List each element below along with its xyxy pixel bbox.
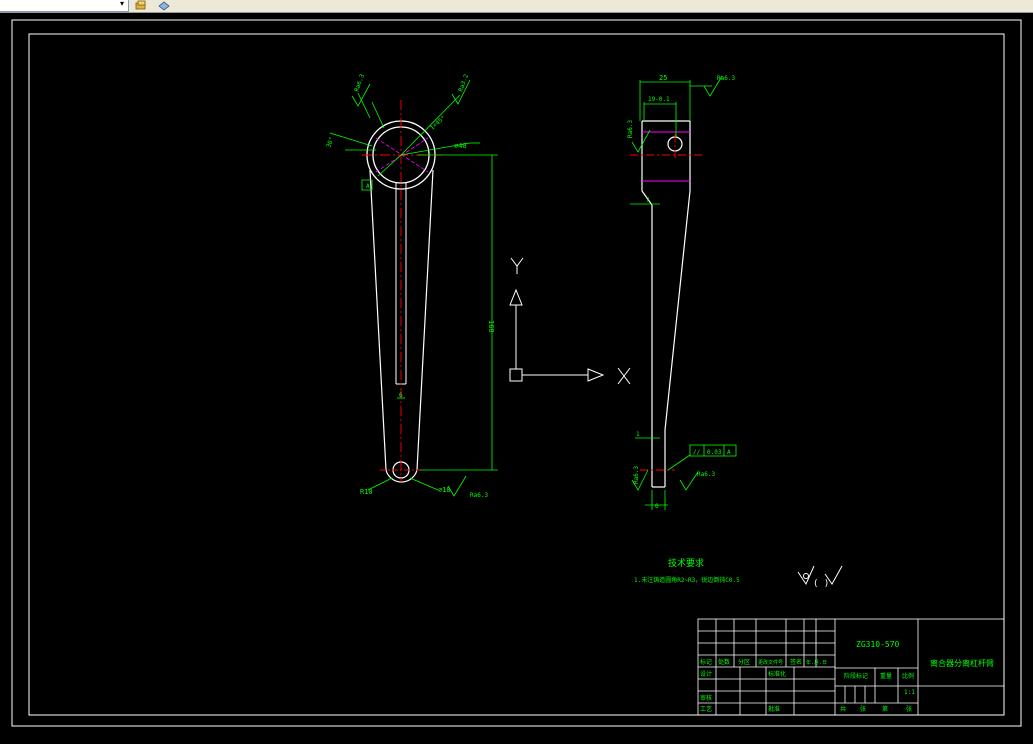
drawing-canvas[interactable]: ⌀40 ⌀10 6 R10 A 168 1×45° 30° Ra6.3 Ra3.… bbox=[0, 13, 1033, 740]
front-view: ⌀40 ⌀10 6 R10 A 168 1×45° 30° Ra6.3 Ra3.… bbox=[325, 73, 498, 499]
roughness-side-4: Ra6.3 bbox=[633, 466, 640, 484]
cad-drawing: ⌀40 ⌀10 6 R10 A 168 1×45° 30° Ra6.3 Ra3.… bbox=[11, 19, 1022, 727]
dim-bottom-radius: R10 bbox=[360, 488, 373, 496]
roughness-front-1: Ra6.3 bbox=[353, 73, 366, 93]
label-review: 审核 bbox=[700, 694, 712, 702]
dim-side-width-top: 25 bbox=[659, 74, 667, 82]
drawing-number: ZG310-570 bbox=[856, 640, 900, 649]
inner-border bbox=[28, 33, 1005, 716]
dim-side-bottom-width: 6 bbox=[655, 503, 659, 510]
toolbar: ▾ bbox=[0, 0, 1033, 13]
tolerance-datum: A bbox=[727, 449, 731, 456]
label-stage-mark: 阶段标记 bbox=[844, 672, 868, 680]
label-sheet: 张 bbox=[906, 705, 912, 713]
roughness-side-3: Ra6.3 bbox=[697, 471, 715, 478]
dim-side-width-inner: 19-0.1 bbox=[648, 96, 670, 103]
surface-finish-note: ( ) bbox=[813, 579, 829, 589]
dim-total-length: 168 bbox=[487, 320, 495, 333]
label-design: 设计 bbox=[700, 670, 712, 678]
tolerance-symbol: // bbox=[693, 449, 701, 456]
dim-side-step: 7 bbox=[646, 197, 650, 204]
outer-border bbox=[11, 19, 1022, 727]
label-process: 工艺 bbox=[700, 705, 712, 713]
layer-icon[interactable] bbox=[135, 0, 147, 11]
scale-value: 1:1 bbox=[904, 689, 915, 696]
label-ratio: 比例 bbox=[902, 672, 914, 680]
technical-notes: 技术要求 1.未注铸造圆角R2~R3，锐边倒钝C0.5 bbox=[634, 557, 740, 584]
label-sheets: 张 bbox=[860, 705, 866, 713]
dim-web-width: 6 bbox=[399, 392, 403, 399]
layer-combo[interactable]: ▾ bbox=[0, 0, 129, 12]
ucs-icon bbox=[509, 257, 631, 385]
label-sign: 签名 bbox=[790, 658, 802, 666]
chevron-down-icon[interactable]: ▾ bbox=[120, 0, 124, 8]
notes-title: 技术要求 bbox=[668, 557, 704, 569]
properties-icon[interactable] bbox=[158, 0, 170, 11]
label-doc-no: 更改文件号 bbox=[758, 659, 783, 666]
label-page: 第 bbox=[882, 705, 888, 713]
label-total: 共 bbox=[840, 705, 846, 713]
roughness-side-2: Ra6.3 bbox=[627, 120, 634, 138]
label-count: 处数 bbox=[718, 658, 730, 666]
dim-side-bottom-step: 1 bbox=[636, 431, 640, 438]
label-mark: 标记 bbox=[700, 658, 712, 666]
label-date: 年.月.日 bbox=[806, 659, 827, 666]
label-zone: 分区 bbox=[738, 658, 750, 666]
label-standardize: 标准化 bbox=[768, 670, 786, 678]
label-weight: 重量 bbox=[880, 672, 892, 680]
roughness-front-3: Ra6.3 bbox=[470, 492, 488, 499]
dim-big-bore: ⌀40 bbox=[454, 142, 467, 150]
tolerance-value: 0.03 bbox=[707, 449, 722, 456]
dim-small-bore: ⌀10 bbox=[438, 486, 451, 494]
datum-a: A bbox=[366, 183, 370, 190]
roughness-side-1: Ra6.3 bbox=[717, 75, 735, 82]
label-approve: 批准 bbox=[768, 705, 780, 713]
part-name: 离合器分离杠杆臂 bbox=[930, 658, 994, 668]
side-view: 25 19-0.1 7 1 6 Ra6.3 Ra6.3 Ra6.3 Ra6.3 … bbox=[627, 74, 737, 510]
dim-chamfer-left: 30° bbox=[325, 136, 335, 149]
notes-line-1: 1.未注铸造圆角R2~R3，锐边倒钝C0.5 bbox=[634, 576, 740, 584]
